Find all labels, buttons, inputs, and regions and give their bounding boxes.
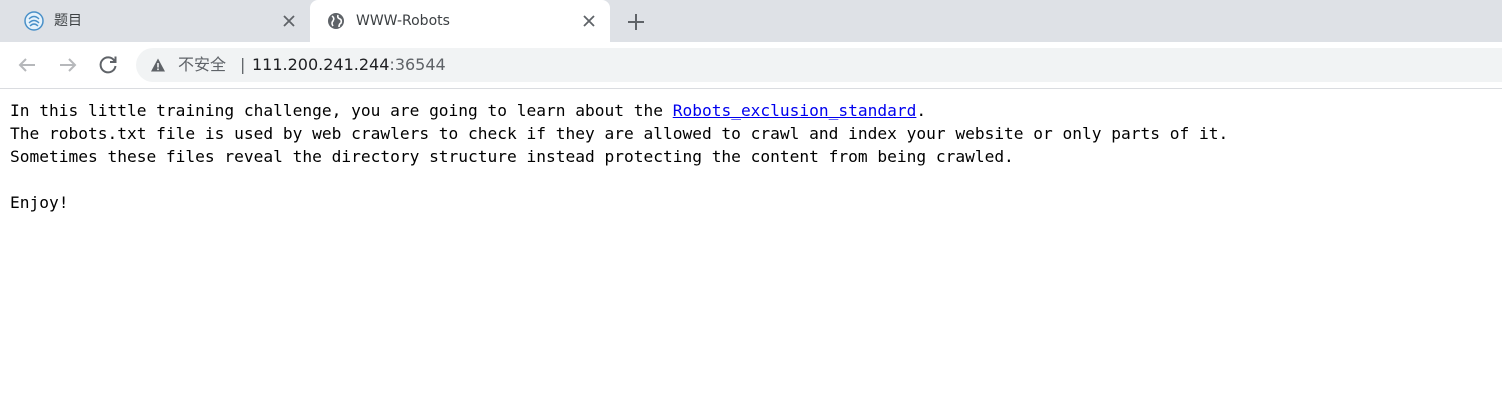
forward-arrow-icon[interactable] <box>56 53 80 77</box>
ctf-platform-logo-icon <box>24 11 44 31</box>
url-host: 111.200.241.244 <box>252 55 390 74</box>
security-label: 不安全 <box>178 55 227 74</box>
separator: | <box>240 55 246 74</box>
enjoy-text: Enjoy! <box>10 193 69 212</box>
warning-icon[interactable] <box>150 57 166 73</box>
intro-period: . <box>916 101 927 120</box>
back-arrow-icon[interactable] <box>15 53 39 77</box>
address-bar[interactable]: 不安全 | 111.200.241.244:36544 <box>136 48 1502 82</box>
directory-warning: Sometimes these files reveal the directo… <box>10 147 1014 166</box>
browser-toolbar: 不安全 | 111.200.241.244:36544 <box>0 42 1502 89</box>
tab-strip: 题目 WWW-Robots <box>0 0 1502 42</box>
page-content: In this little training challenge, you a… <box>10 99 1228 214</box>
tab-questions[interactable]: 题目 <box>8 0 310 42</box>
intro-text: In this little training challenge, you a… <box>10 101 673 120</box>
tab-www-robots[interactable]: WWW-Robots <box>310 0 610 42</box>
robots-description: The robots.txt file is used by web crawl… <box>10 124 1229 143</box>
reload-icon[interactable] <box>96 53 120 77</box>
url-port: :36544 <box>389 55 446 74</box>
tab-title: 题目 <box>54 13 82 29</box>
url-text: 111.200.241.244:36544 <box>252 55 446 75</box>
robots-exclusion-link[interactable]: Robots_exclusion_standard <box>673 101 917 120</box>
tab-title: WWW-Robots <box>356 13 450 29</box>
close-icon[interactable] <box>280 12 298 30</box>
new-tab-icon[interactable] <box>623 9 649 35</box>
globe-icon <box>328 13 344 29</box>
close-icon[interactable] <box>580 12 598 30</box>
